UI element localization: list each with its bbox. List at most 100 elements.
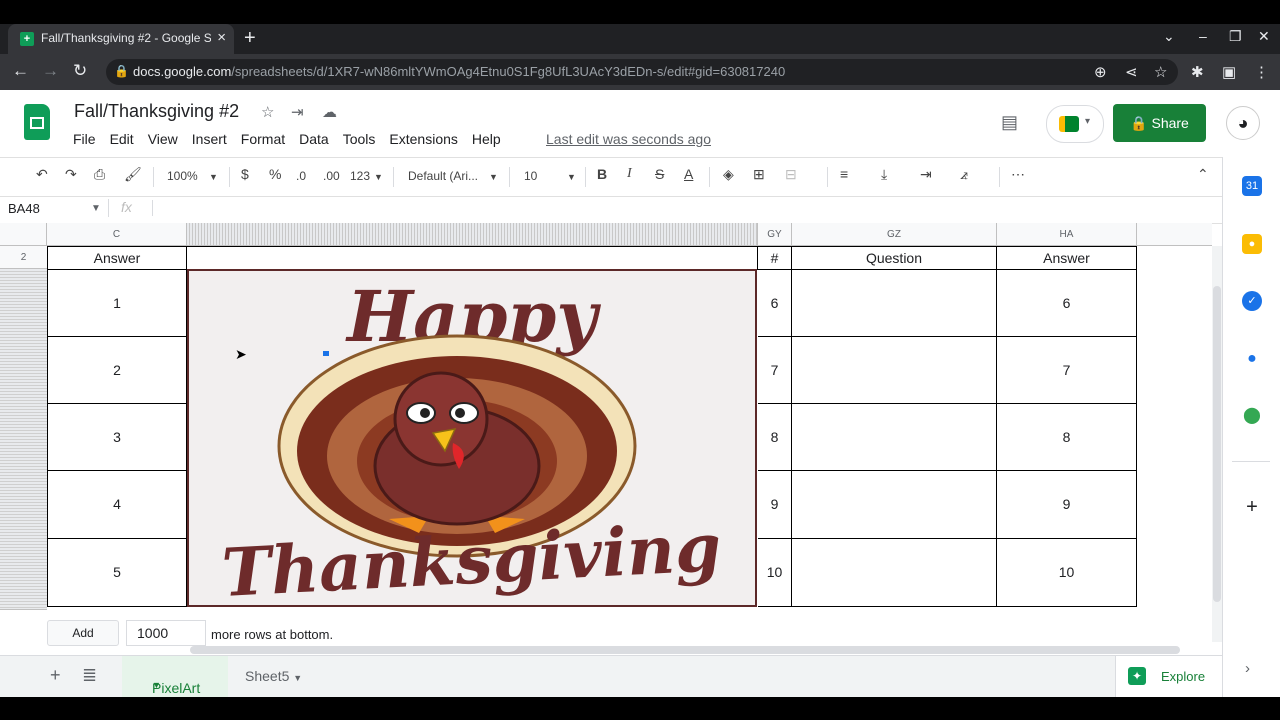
redo-icon[interactable]: ↷ — [65, 166, 77, 183]
contacts-icon[interactable]: ● — [1242, 349, 1262, 369]
pixel-art-image[interactable]: Happy Thanksgiving — [187, 269, 757, 612]
browser-tab[interactable]: + Fall/Thanksgiving #2 - Google S × — [8, 24, 234, 54]
increase-decimal-button[interactable]: .00 — [323, 169, 340, 183]
percent-button[interactable]: % — [269, 166, 281, 182]
answer-cell[interactable]: 5 — [47, 539, 187, 607]
add-rows-button[interactable]: Add — [47, 620, 119, 646]
answer-cell[interactable]: 1 — [47, 270, 187, 337]
undo-icon[interactable]: ↶ — [36, 166, 48, 183]
number-cell[interactable]: 9 — [758, 471, 792, 539]
minimize-icon[interactable]: – — [1199, 28, 1207, 44]
explore-button[interactable]: ✦ Explore — [1115, 656, 1223, 697]
horizontal-scrollbar[interactable] — [190, 646, 1180, 654]
reload-icon[interactable]: ↻ — [73, 61, 87, 81]
menu-edit[interactable]: Edit — [110, 131, 134, 147]
row-header-2[interactable]: 2 — [0, 246, 47, 269]
last-edit-link[interactable]: Last edit was seconds ago — [546, 131, 711, 147]
fill-color-icon[interactable]: ◈ — [723, 166, 734, 183]
extensions-icon[interactable]: ✱ — [1191, 63, 1204, 81]
more-options-icon[interactable]: ⋯ — [1011, 166, 1025, 183]
menu-format[interactable]: Format — [241, 131, 285, 147]
share-button[interactable]: 🔒 Share — [1113, 104, 1206, 142]
horizontal-align-icon[interactable]: ≡ — [840, 166, 848, 182]
question-cell[interactable] — [792, 270, 997, 337]
column-header-gy[interactable]: GY — [758, 223, 792, 246]
back-icon[interactable]: ← — [12, 61, 29, 81]
more-formats-button[interactable]: 123 — [350, 169, 370, 183]
currency-button[interactable]: $ — [241, 166, 249, 182]
sheet-tab-pixelart[interactable]: PixelArt ▼ — [122, 656, 228, 697]
header-blank[interactable] — [187, 246, 758, 270]
merge-cells-icon[interactable]: ⊟ — [785, 166, 797, 183]
chrome-menu-icon[interactable]: ⋮ — [1254, 63, 1269, 81]
answer-cell[interactable]: 10 — [997, 539, 1137, 607]
tasks-icon[interactable]: ✓ — [1242, 291, 1262, 311]
corner-header[interactable] — [0, 223, 47, 246]
text-color-button[interactable]: A — [684, 166, 693, 182]
borders-icon[interactable]: ⊞ — [753, 166, 765, 183]
selection-handle[interactable] — [323, 351, 329, 356]
star-icon[interactable]: ☆ — [261, 103, 274, 121]
document-title[interactable]: Fall/Thanksgiving #2 — [74, 101, 239, 122]
tab-search-icon[interactable]: ⌄ — [1163, 28, 1175, 45]
new-tab-icon[interactable]: + — [244, 27, 256, 50]
comment-history-icon[interactable]: ▤ — [1001, 112, 1018, 133]
vertical-scroll-thumb[interactable] — [1213, 286, 1221, 602]
move-folder-icon[interactable]: ⇥ — [291, 103, 304, 121]
column-header-gz[interactable]: GZ — [792, 223, 997, 246]
calendar-icon[interactable]: 31 — [1242, 176, 1262, 196]
show-side-panel-icon[interactable]: › — [1245, 660, 1250, 677]
sheet-tab-sheet5[interactable]: Sheet5 ▼ — [245, 668, 302, 684]
column-header-ha[interactable]: HA — [997, 223, 1137, 246]
url-text[interactable]: docs.google.com/spreadsheets/d/1XR7-wN86… — [133, 64, 785, 79]
bold-button[interactable]: B — [597, 166, 607, 182]
header-question[interactable]: Question — [792, 246, 997, 270]
column-header-hidden-group[interactable] — [187, 223, 758, 246]
all-sheets-icon[interactable]: ≣ — [82, 665, 97, 686]
side-panel-icon[interactable]: ▣ — [1222, 63, 1236, 81]
strikethrough-button[interactable]: S — [655, 166, 664, 182]
menu-extensions[interactable]: Extensions — [389, 131, 457, 147]
cloud-status-icon[interactable]: ☁ — [322, 103, 337, 121]
decrease-decimal-button[interactable]: .0 — [296, 169, 306, 183]
forward-icon[interactable]: → — [42, 61, 59, 81]
number-cell[interactable]: 6 — [758, 270, 792, 337]
text-rotation-icon[interactable]: ⦨ — [960, 166, 968, 183]
get-addons-icon[interactable]: + — [1242, 497, 1262, 517]
text-wrapping-icon[interactable]: ⇥ — [920, 166, 932, 183]
rows-count-input[interactable]: 1000 — [126, 620, 206, 646]
font-select[interactable]: Default (Ari... — [408, 169, 478, 183]
answer-cell[interactable]: 9 — [997, 471, 1137, 539]
column-header-c[interactable]: C — [47, 223, 187, 246]
menu-tools[interactable]: Tools — [343, 131, 376, 147]
number-cell[interactable]: 8 — [758, 404, 792, 471]
keep-icon[interactable]: ● — [1242, 234, 1262, 254]
answer-cell[interactable]: 2 — [47, 337, 187, 404]
answer-cell[interactable]: 3 — [47, 404, 187, 471]
question-cell[interactable] — [792, 337, 997, 404]
answer-cell[interactable]: 7 — [997, 337, 1137, 404]
maps-icon[interactable]: ⬤ — [1242, 406, 1262, 426]
question-cell[interactable] — [792, 539, 997, 607]
name-box[interactable]: BA48 — [8, 201, 40, 216]
menu-help[interactable]: Help — [472, 131, 501, 147]
answer-cell[interactable]: 8 — [997, 404, 1137, 471]
header-answer-left[interactable]: Answer — [47, 246, 187, 270]
sheets-logo-icon[interactable] — [24, 104, 50, 140]
answer-cell[interactable]: 4 — [47, 471, 187, 539]
question-cell[interactable] — [792, 471, 997, 539]
meet-button[interactable]: ▾ — [1046, 105, 1104, 143]
avatar[interactable]: ◕ — [1226, 106, 1260, 140]
share-page-icon[interactable]: ⋖ — [1125, 63, 1138, 81]
answer-cell[interactable]: 6 — [997, 270, 1137, 337]
close-tab-icon[interactable]: × — [217, 29, 226, 46]
restore-icon[interactable]: ❐ — [1229, 28, 1242, 45]
menu-view[interactable]: View — [148, 131, 178, 147]
menu-file[interactable]: File — [73, 131, 96, 147]
number-cell[interactable]: 7 — [758, 337, 792, 404]
italic-button[interactable]: I — [627, 166, 632, 182]
row-header-hidden-group[interactable] — [0, 269, 47, 610]
zoom-icon[interactable]: ⊕ — [1094, 63, 1107, 81]
add-sheet-icon[interactable]: + — [50, 665, 61, 686]
vertical-align-icon[interactable]: ⤓ — [881, 166, 887, 183]
